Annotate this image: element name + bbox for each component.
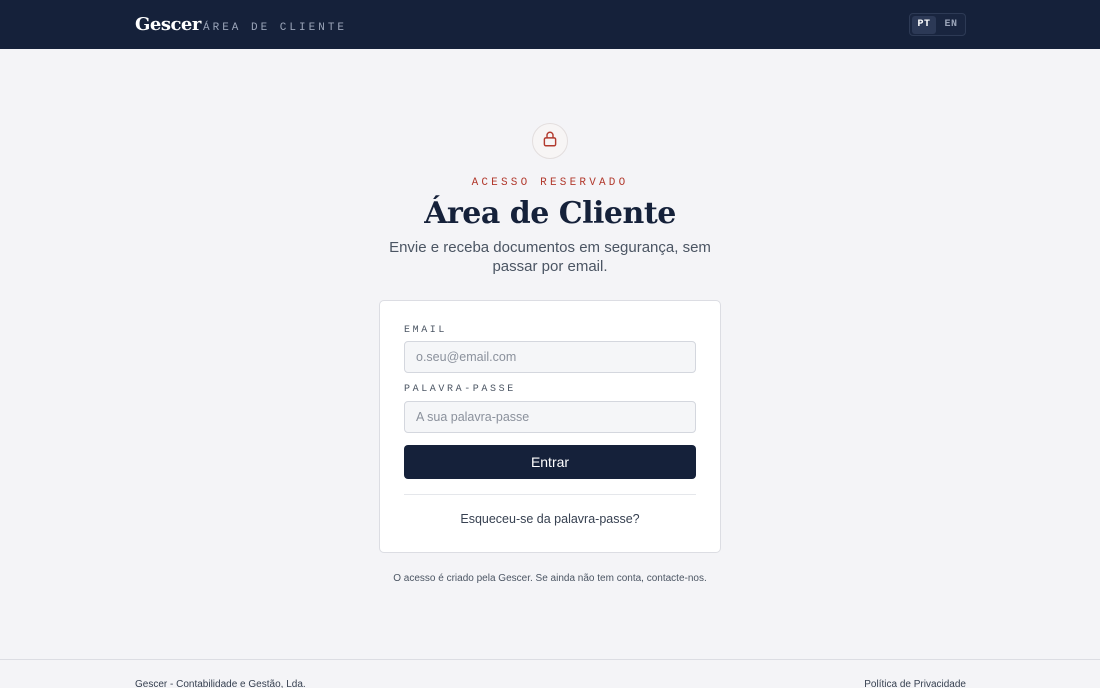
- lock-icon: [541, 130, 559, 153]
- brand-subtitle: ÁREA DE CLIENTE: [203, 22, 348, 34]
- privacy-policy-link[interactable]: Política de Privacidade: [864, 679, 966, 688]
- password-field[interactable]: [404, 401, 696, 433]
- brand-logo[interactable]: Gescer: [135, 14, 201, 35]
- email-label: EMAIL: [404, 325, 448, 336]
- lock-badge: [532, 123, 568, 159]
- login-card: EMAIL PALAVRA-PASSE Entrar Esqueceu-se d…: [379, 300, 721, 553]
- access-note: O acesso é criado pela Gescer. Se ainda …: [393, 573, 707, 584]
- language-en-button[interactable]: EN: [939, 16, 963, 34]
- top-navbar: Gescer ÁREA DE CLIENTE PT EN: [0, 0, 1100, 49]
- footer-divider: [0, 659, 1100, 660]
- login-button[interactable]: Entrar: [404, 445, 696, 479]
- restricted-access-label: ACESSO RESERVADO: [471, 177, 629, 189]
- language-pt-button[interactable]: PT: [912, 15, 936, 34]
- password-label: PALAVRA-PASSE: [404, 384, 516, 395]
- page-subtitle: Envie e receba documentos em segurança, …: [389, 239, 711, 275]
- footer-company: Gescer - Contabilidade e Gestão, Lda.: [135, 679, 306, 688]
- form-divider: [404, 494, 696, 495]
- page-title: Área de Cliente: [424, 196, 676, 231]
- language-switcher: PT EN: [909, 13, 966, 36]
- email-field[interactable]: [404, 341, 696, 373]
- forgot-password-link[interactable]: Esqueceu-se da palavra-passe?: [380, 512, 720, 526]
